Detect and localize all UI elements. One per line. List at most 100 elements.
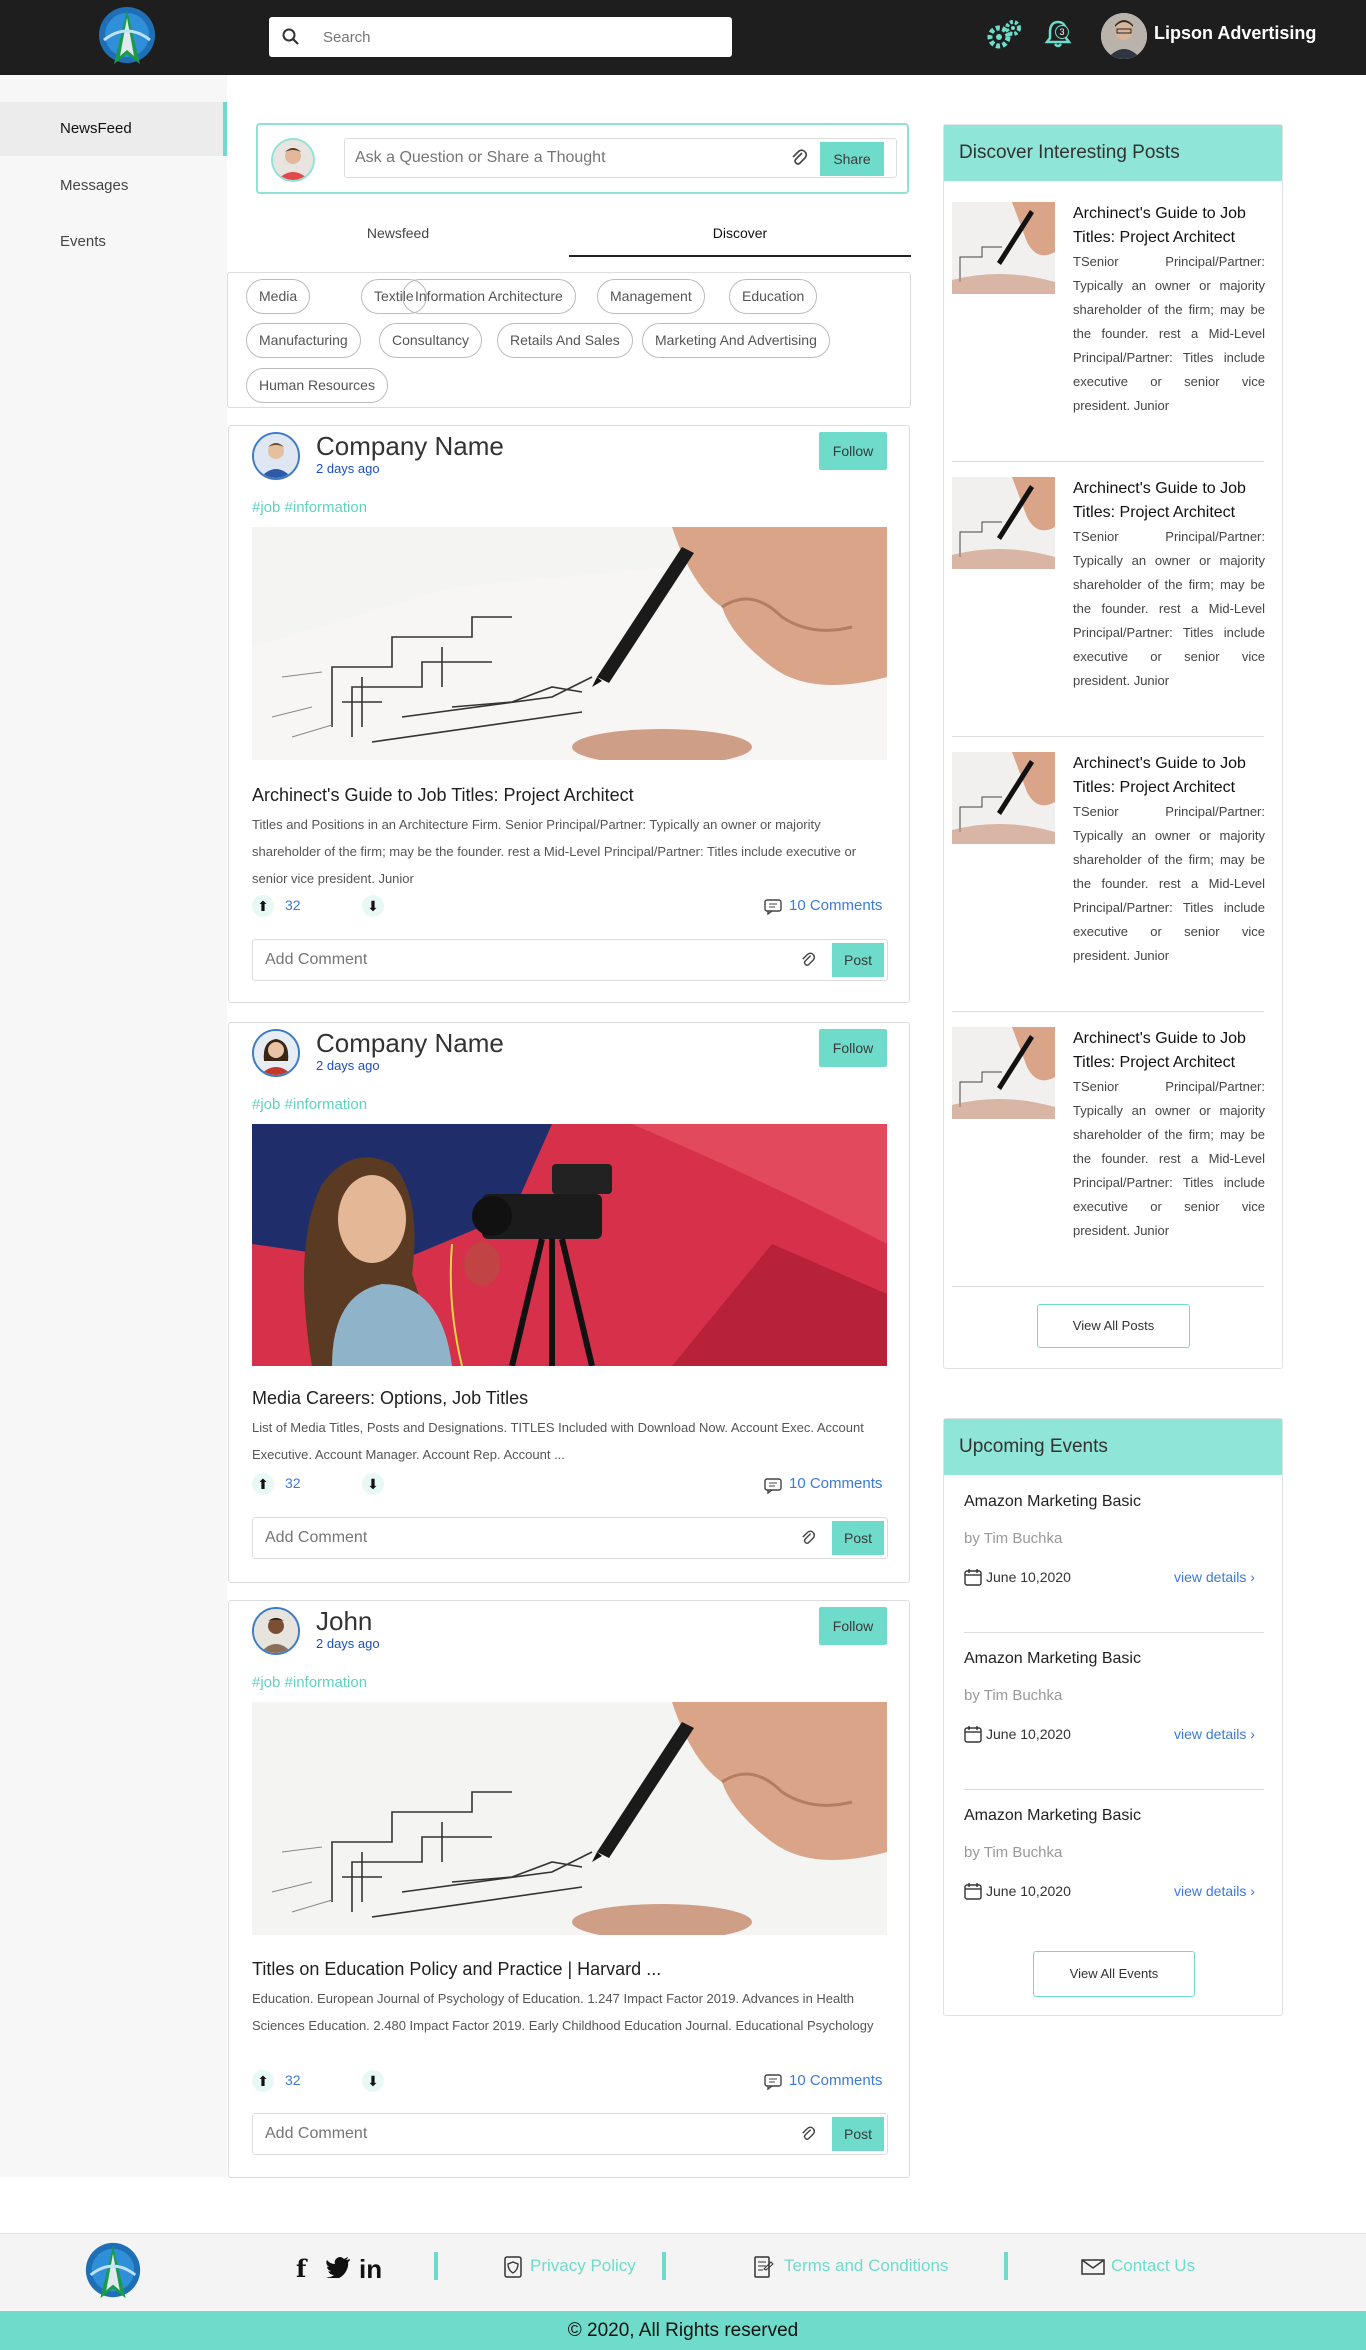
view-details-link[interactable]: view details › [1174, 1569, 1255, 1585]
downvote-button[interactable]: ⬇ [362, 1473, 384, 1495]
search-bar[interactable] [269, 17, 732, 57]
author-name[interactable]: Company Name [316, 431, 504, 462]
upvote-button[interactable]: ⬆ [252, 1473, 274, 1495]
comment-input[interactable] [265, 1518, 745, 1558]
facebook-icon[interactable]: f [296, 2254, 306, 2283]
discover-post-body: TSenior Principal/Partner: Typically an … [1073, 254, 1265, 413]
discover-post-thumbnail[interactable] [952, 1027, 1055, 1119]
discover-post-title[interactable]: Archinect's Guide to Job Titles: Project… [1073, 752, 1265, 800]
discover-post-thumbnail[interactable] [952, 477, 1055, 569]
category-tag[interactable]: Management [597, 279, 705, 314]
post-title[interactable]: Titles on Education Policy and Practice … [252, 1959, 661, 1980]
discover-post-item[interactable]: Archinect's Guide to Job Titles: Project… [952, 202, 1265, 462]
sidebar-item-events[interactable]: Events [0, 215, 227, 269]
discover-post-title[interactable]: Archinect's Guide to Job Titles: Project… [1073, 1027, 1265, 1075]
discover-post-item[interactable]: Archinect's Guide to Job Titles: Project… [952, 477, 1265, 737]
post-hashtags[interactable]: #job #information [252, 1674, 367, 1691]
sidebar-item-messages[interactable]: Messages [0, 159, 227, 213]
notifications-bell[interactable]: 3 [1043, 19, 1077, 51]
author-avatar[interactable] [252, 1029, 300, 1077]
footer-link-contact-us[interactable]: Contact Us [1111, 2256, 1195, 2276]
comment-input[interactable] [265, 2114, 745, 2154]
category-tag[interactable]: Media [246, 279, 311, 314]
post-title[interactable]: Archinect's Guide to Job Titles: Project… [252, 785, 634, 806]
attachment-paperclip-icon[interactable] [801, 1529, 815, 1547]
user-name[interactable]: Lipson Advertising [1154, 23, 1316, 44]
post-comment-button[interactable]: Post [832, 1521, 884, 1555]
post-hashtags[interactable]: #job #information [252, 499, 367, 516]
post-hashtags[interactable]: #job #information [252, 1096, 367, 1113]
linkedin-icon[interactable]: in [359, 2254, 382, 2285]
view-details-link[interactable]: view details › [1174, 1726, 1255, 1742]
view-details-link[interactable]: view details › [1174, 1883, 1255, 1899]
attachment-paperclip-icon[interactable] [801, 2125, 815, 2143]
copyright-bar: © 2020, All Rights reserved [0, 2311, 1366, 2350]
twitter-icon[interactable] [325, 2256, 351, 2278]
comments-link[interactable]: 10 Comments [789, 1475, 882, 1492]
settings-gear-icon[interactable] [986, 19, 1022, 51]
follow-button[interactable]: Follow [819, 1029, 887, 1067]
post-image-blueprint [252, 527, 887, 760]
search-input[interactable] [323, 17, 713, 57]
post-body: List of Media Titles, Posts and Designat… [252, 1420, 864, 1462]
post-title[interactable]: Media Careers: Options, Job Titles [252, 1388, 528, 1409]
discover-post-item[interactable]: Archinect's Guide to Job Titles: Project… [952, 752, 1265, 1012]
post-comment-button[interactable]: Post [832, 2117, 884, 2151]
user-avatar[interactable] [1101, 13, 1147, 59]
discover-post-title[interactable]: Archinect's Guide to Job Titles: Project… [1073, 477, 1265, 525]
category-tag[interactable]: Education [729, 279, 818, 314]
follow-button[interactable]: Follow [819, 1607, 887, 1645]
event-title[interactable]: Amazon Marketing Basic [964, 1493, 1141, 1511]
attachment-paperclip-icon[interactable] [801, 951, 815, 969]
category-tag[interactable]: Marketing And Advertising [642, 323, 830, 358]
sidebar-item-newsfeed[interactable]: NewsFeed [0, 102, 227, 156]
author-name[interactable]: Company Name [316, 1028, 504, 1059]
discover-post-thumbnail[interactable] [952, 202, 1055, 294]
event-organizer: by Tim Buchka [964, 1530, 1063, 1547]
footer-link-privacy-policy[interactable]: Privacy Policy [530, 2256, 636, 2276]
footer-divider [434, 2252, 438, 2280]
comment-box[interactable]: Post [252, 1517, 888, 1559]
tab-newsfeed[interactable]: Newsfeed [227, 215, 569, 257]
view-all-posts-button[interactable]: View All Posts [1037, 1304, 1190, 1348]
comment-icon [764, 899, 782, 915]
terms-document-icon [754, 2256, 774, 2278]
share-button[interactable]: Share [820, 142, 884, 176]
footer-brand-logo[interactable] [82, 2240, 144, 2304]
downvote-button[interactable]: ⬇ [362, 895, 384, 917]
discover-post-thumbnail[interactable] [952, 752, 1055, 844]
comments-link[interactable]: 10 Comments [789, 897, 882, 914]
upvote-button[interactable]: ⬆ [252, 2070, 274, 2092]
event-title[interactable]: Amazon Marketing Basic [964, 1650, 1141, 1668]
comment-box[interactable]: Post [252, 2113, 888, 2155]
event-title[interactable]: Amazon Marketing Basic [964, 1807, 1141, 1825]
author-avatar[interactable] [252, 1607, 300, 1655]
discover-post-item[interactable]: Archinect's Guide to Job Titles: Project… [952, 1027, 1265, 1287]
brand-logo[interactable] [96, 4, 158, 70]
category-tag[interactable]: Consultancy [379, 323, 483, 358]
author-name[interactable]: John [316, 1606, 372, 1637]
comments-link[interactable]: 10 Comments [789, 2072, 882, 2089]
post-comment-button[interactable]: Post [832, 943, 884, 977]
author-avatar[interactable] [252, 432, 300, 480]
comment-input[interactable] [265, 940, 745, 980]
downvote-button[interactable]: ⬇ [362, 2070, 384, 2092]
discover-post-title[interactable]: Archinect's Guide to Job Titles: Project… [1073, 202, 1265, 250]
search-icon [282, 28, 299, 45]
composer-input-box[interactable]: Share [344, 138, 897, 178]
upvote-button[interactable]: ⬆ [252, 895, 274, 917]
footer-link-terms-and-conditions[interactable]: Terms and Conditions [784, 2256, 948, 2276]
composer-input[interactable] [355, 139, 785, 177]
comment-box[interactable]: Post [252, 939, 888, 981]
follow-button[interactable]: Follow [819, 432, 887, 470]
left-sidebar [0, 75, 227, 2177]
category-tag[interactable]: Human Resources [246, 368, 388, 403]
category-tag[interactable]: Manufacturing [246, 323, 361, 358]
category-tag[interactable]: Retails And Sales [497, 323, 633, 358]
category-tag[interactable]: Information Architecture [402, 279, 576, 314]
view-all-events-button[interactable]: View All Events [1033, 1951, 1195, 1997]
tab-discover[interactable]: Discover [569, 215, 911, 257]
discover-post-body: TSenior Principal/Partner: Typically an … [1073, 529, 1265, 688]
attachment-paperclip-icon[interactable] [791, 148, 807, 168]
discover-post-body: TSenior Principal/Partner: Typically an … [1073, 804, 1265, 963]
